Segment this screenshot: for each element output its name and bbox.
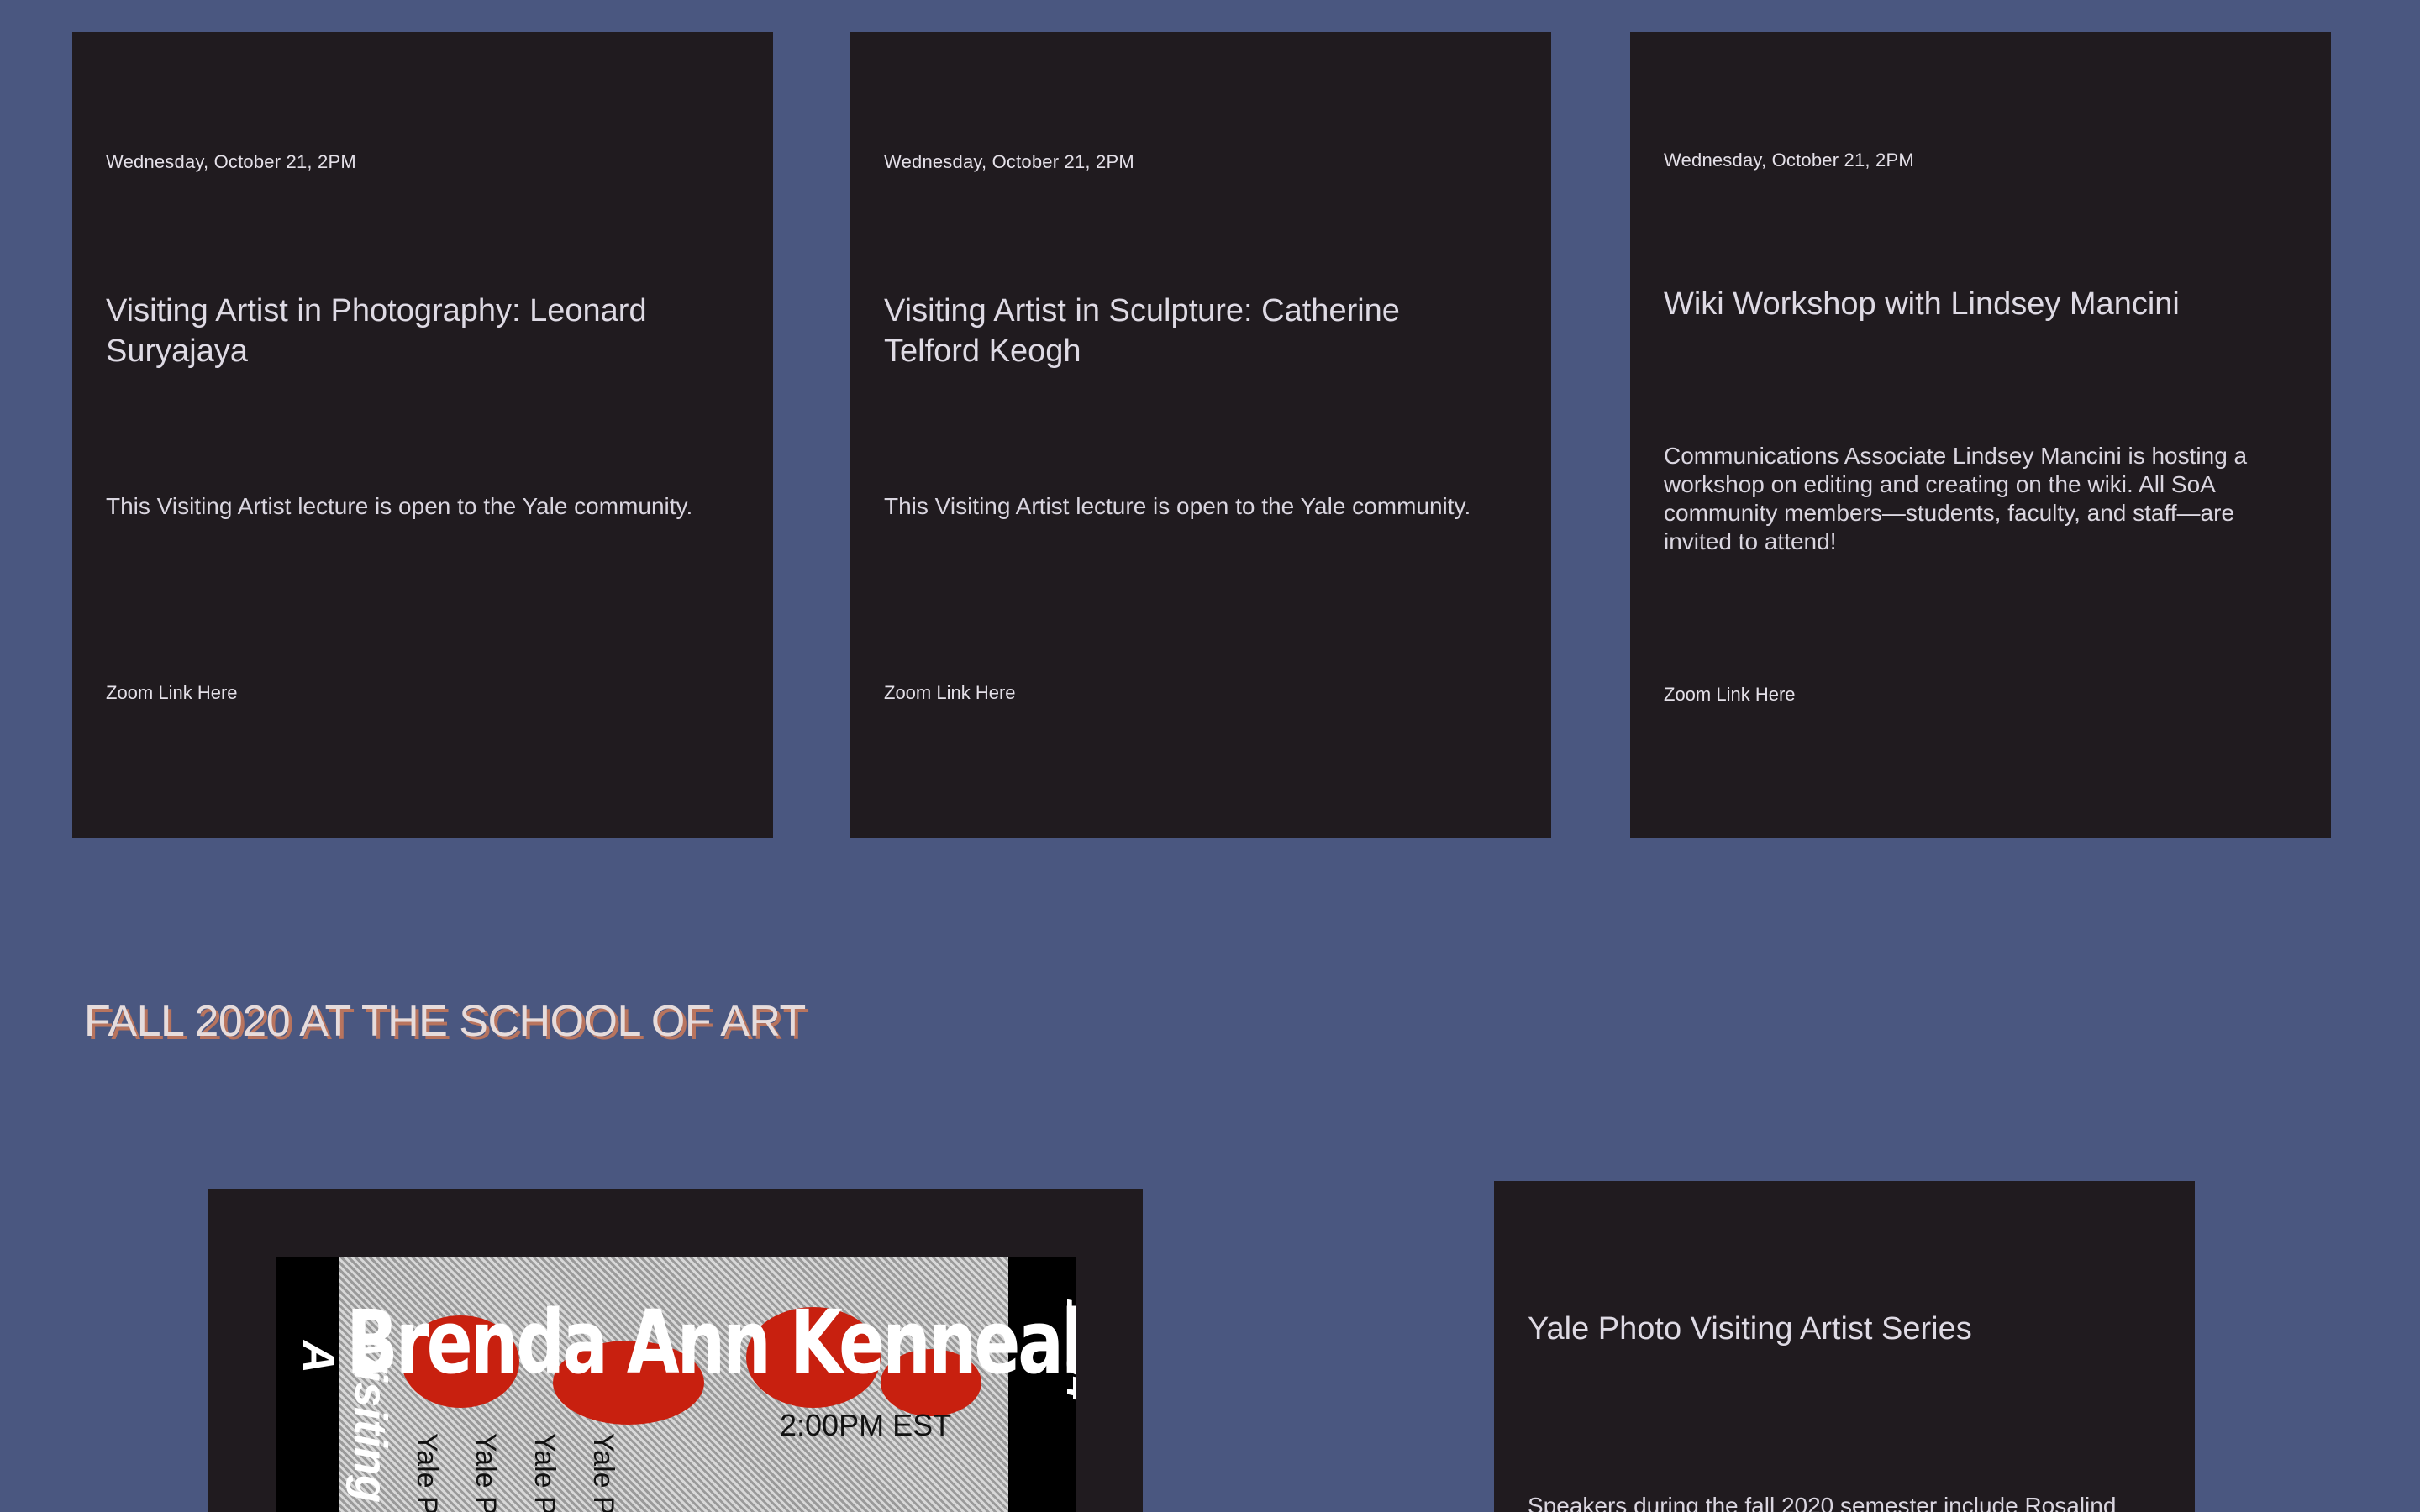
series-description: Speakers during the fall 2020 semester i… [1528,1493,2117,1512]
poster-repeat-text: Yale Ph [470,1433,502,1512]
poster-date: 11.04 [1058,1299,1076,1401]
poster-card[interactable]: Brenda Ann Kenneally 2:00PM EST 11.04 Vi… [208,1189,1143,1512]
event-description: This Visiting Artist lecture is open to … [106,493,693,519]
series-card[interactable]: Yale Photo Visiting Artist Series Speake… [1494,1181,2195,1512]
event-date: Wednesday, October 21, 2PM [1664,150,1914,171]
series-title[interactable]: Yale Photo Visiting Artist Series [1528,1309,2144,1349]
event-title[interactable]: Visiting Artist in Sculpture: Catherine … [884,291,1501,371]
poster-artist-name: Brenda Ann Kenneally [346,1291,1076,1394]
event-poster-image[interactable]: Brenda Ann Kenneally 2:00PM EST 11.04 Vi… [276,1257,1076,1512]
poster-repeat-text: Yale Ph [411,1433,443,1512]
zoom-link[interactable]: Zoom Link Here [884,682,1016,704]
event-date: Wednesday, October 21, 2PM [106,151,356,172]
event-card: Wednesday, October 21, 2PM Visiting Arti… [850,32,1551,838]
event-title[interactable]: Wiki Workshop with Lindsey Mancini [1664,284,2281,324]
poster-repeat-text: Yale Ph [529,1433,560,1512]
event-description: This Visiting Artist lecture is open to … [884,493,1471,519]
poster-repeat-text: Yale Ph [587,1433,619,1512]
zoom-link[interactable]: Zoom Link Here [106,682,238,704]
section-heading: FALL 2020 AT THE SCHOOL OF ART [84,997,806,1046]
event-card: Wednesday, October 21, 2PM Visiting Arti… [72,32,773,838]
poster-time: 2:00PM EST [780,1408,952,1442]
zoom-link[interactable]: Zoom Link Here [1664,684,1796,706]
event-title[interactable]: Visiting Artist in Photography: Leonard … [106,291,723,371]
poster-side-label: Visiting A [293,1341,396,1504]
event-card: Wednesday, October 21, 2PM Wiki Workshop… [1630,32,2331,838]
event-date: Wednesday, October 21, 2PM [884,151,1134,172]
event-description: Communications Associate Lindsey Mancini… [1664,443,2248,554]
